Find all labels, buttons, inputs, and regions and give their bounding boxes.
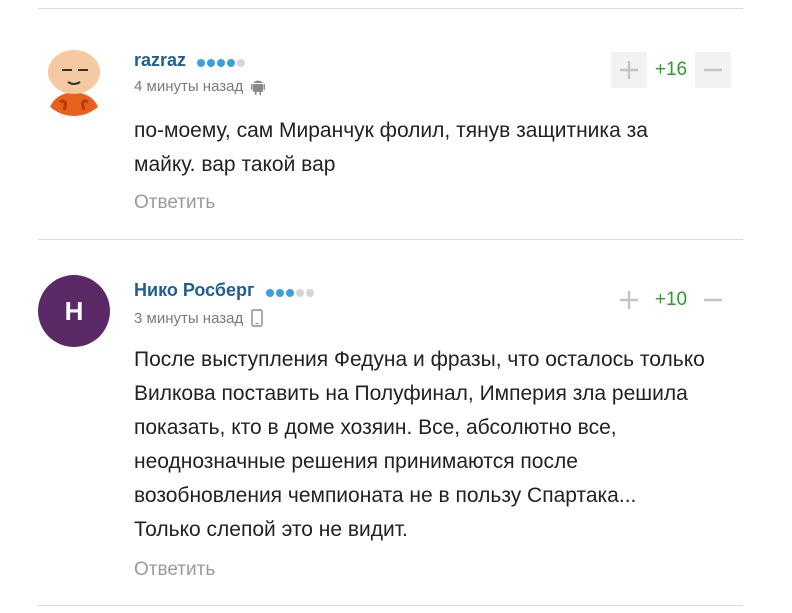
comment-time: 3 минуты назад <box>134 309 244 327</box>
upvote-button[interactable] <box>611 52 647 88</box>
rating-dot <box>305 288 314 297</box>
comment-text-line: показать, кто в доме хозяин. Все, абсолю… <box>134 416 617 439</box>
cartoon-avatar-icon <box>38 44 110 116</box>
comment-text-line: неоднозначные решения принимаются после <box>134 450 578 473</box>
comment-text: После выступления Федуна и фразы, что ос… <box>134 343 754 547</box>
mobile-phone-icon <box>251 309 263 327</box>
rating-dot <box>237 58 246 67</box>
comment-text-line: по-моему, сам Миранчук фолил, тянув защи… <box>134 119 648 142</box>
minus-icon <box>704 298 722 302</box>
comment-text-line: возобновления чемпионата не в пользу Спа… <box>134 484 637 507</box>
comment-meta: 3 минуты назад <box>134 309 263 327</box>
rating-dot <box>275 288 284 297</box>
rating-dot <box>295 288 304 297</box>
upvote-button[interactable] <box>611 282 647 318</box>
comment-text-line: майку. вар такой вар <box>134 153 336 176</box>
vote-score: +16 <box>654 59 688 80</box>
rating-dot <box>197 58 206 67</box>
comment-divider <box>38 239 743 240</box>
author-name[interactable]: razraz <box>134 50 247 72</box>
rating-dot <box>227 58 236 67</box>
comment-text-line: Вилкова поставить на Полуфинал, Империя … <box>134 382 688 405</box>
android-icon <box>251 79 266 95</box>
vote-widget: +16 <box>611 52 731 88</box>
bottom-divider <box>38 605 743 606</box>
plus-icon <box>620 61 638 79</box>
minus-icon <box>704 68 722 72</box>
rating-dots <box>197 51 247 72</box>
rating-dot <box>207 58 216 67</box>
author-name[interactable]: Нико Росберг <box>134 280 316 302</box>
comment-time: 4 минуты назад <box>134 78 244 95</box>
reply-button[interactable]: Ответить <box>134 192 215 214</box>
avatar-letter: Н <box>64 295 84 326</box>
author-name-label: razraz <box>134 50 187 70</box>
comment-text: по-моему, сам Миранчук фолил, тянув защи… <box>134 114 754 182</box>
downvote-button[interactable] <box>695 282 731 318</box>
plus-icon <box>620 291 638 309</box>
comment-text-line: После выступления Федуна и фразы, что ос… <box>134 348 705 371</box>
vote-score: +10 <box>654 289 688 310</box>
downvote-button[interactable] <box>695 52 731 88</box>
comment-meta: 4 минуты назад <box>134 78 266 95</box>
comment-text-line: Только слепой это не видит. <box>134 518 408 541</box>
rating-dot <box>285 288 294 297</box>
top-divider <box>38 8 743 9</box>
rating-dot <box>217 58 226 67</box>
avatar[interactable] <box>38 44 110 116</box>
rating-dot <box>265 288 274 297</box>
rating-dots <box>265 281 316 302</box>
reply-button[interactable]: Ответить <box>134 559 215 581</box>
vote-widget: +10 <box>611 282 731 318</box>
avatar[interactable]: Н <box>38 275 110 347</box>
author-name-label: Нико Росберг <box>134 280 255 300</box>
